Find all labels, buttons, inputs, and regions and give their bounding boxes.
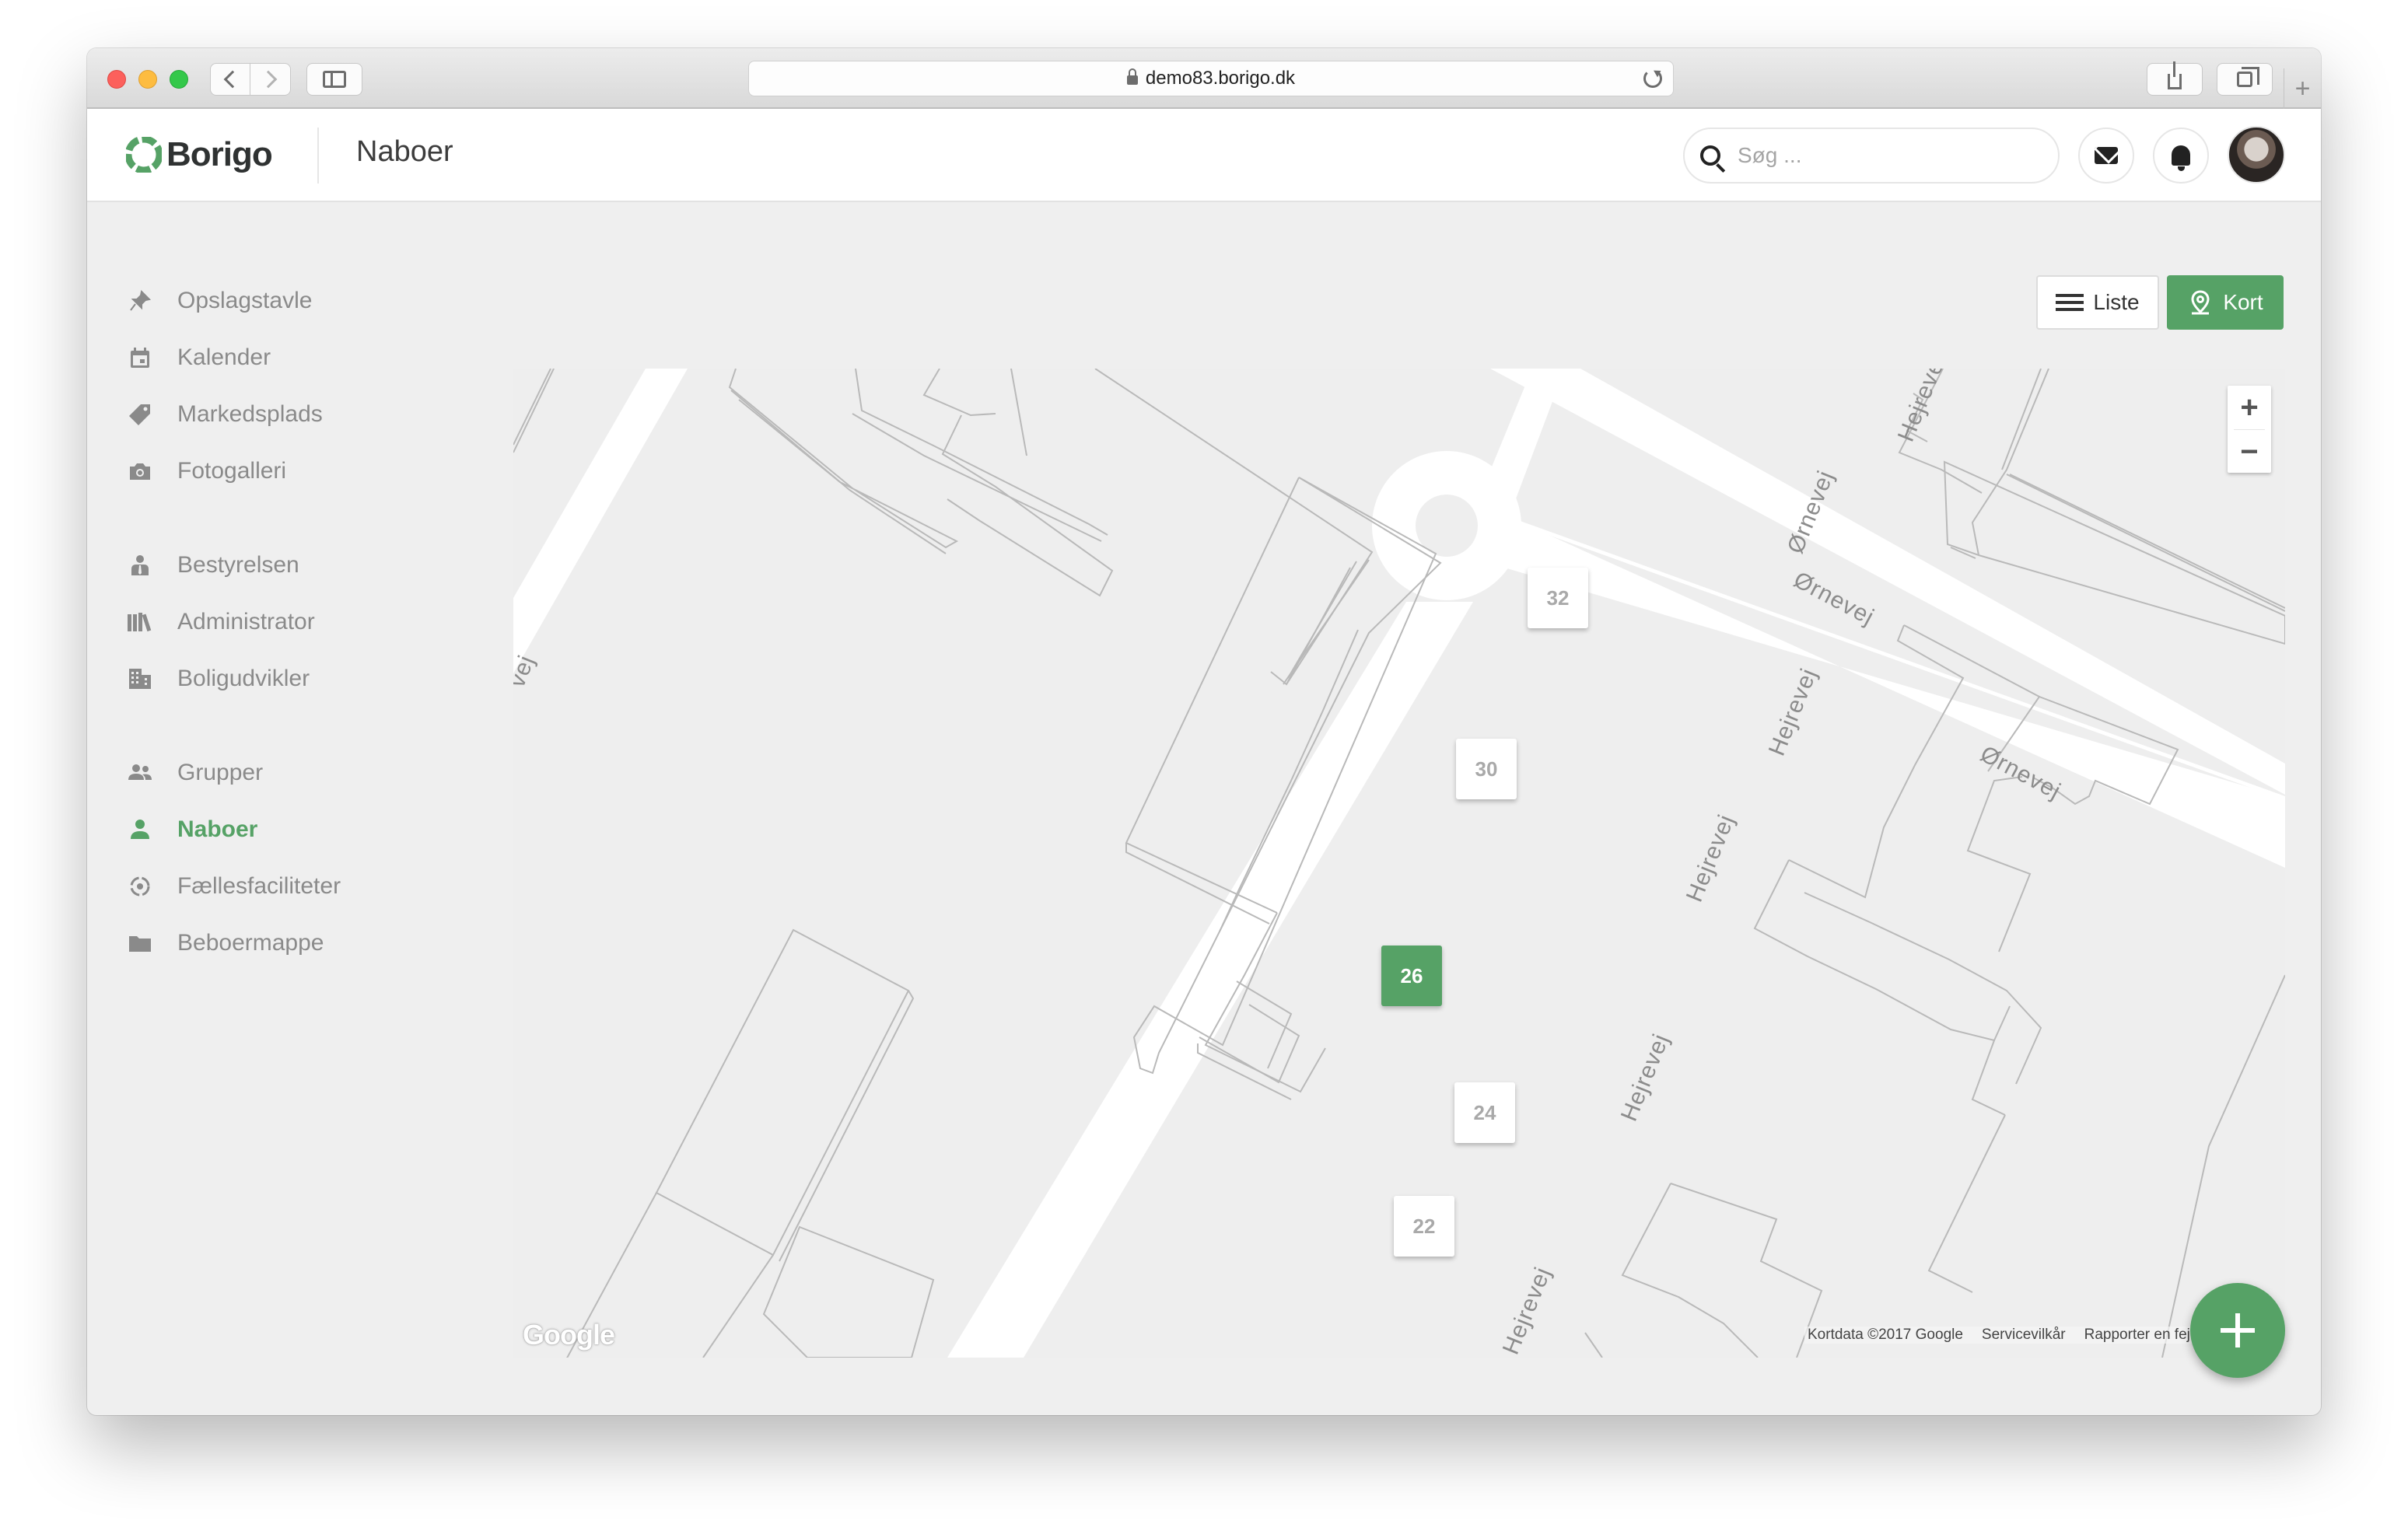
sidebar-item-label: Boligudvikler: [177, 666, 310, 691]
logo-text: Borigo: [166, 135, 273, 173]
map-view-button[interactable]: Kort: [2167, 275, 2284, 330]
share-button[interactable]: [2147, 61, 2203, 96]
app-header: Borigo Naboer: [87, 109, 2321, 202]
sidebar-item-label: Opslagstavle: [177, 288, 313, 313]
page-title: Naboer: [356, 135, 453, 168]
borigo-logo-icon: [126, 137, 162, 173]
sidebar-item-fotogalleri[interactable]: Fotogalleri: [126, 452, 286, 491]
zoom-in-button[interactable]: +: [2228, 386, 2271, 429]
search-box[interactable]: [1683, 128, 2060, 184]
avatar[interactable]: [2228, 126, 2285, 184]
person-tie-icon: [126, 551, 154, 579]
report-error-link[interactable]: Rapporter en fejl: [2084, 1327, 2193, 1344]
sidebar-item-faellesfaciliteter[interactable]: Fællesfaciliteter: [126, 867, 341, 906]
street-label-hejrevej-lower: Hejrevej: [1616, 1030, 1675, 1125]
map-view-label: Kort: [2223, 290, 2263, 314]
map-marker-32[interactable]: 32: [1528, 568, 1588, 628]
list-view-button[interactable]: Liste: [2036, 275, 2159, 330]
pin-icon: [126, 287, 154, 315]
forward-button[interactable]: [250, 63, 291, 96]
map-marker-30[interactable]: 30: [1456, 739, 1517, 799]
tabs-icon: [2237, 67, 2259, 87]
notifications-button[interactable]: [2153, 128, 2209, 184]
sidebar-item-label: Markedsplads: [177, 401, 323, 427]
person-icon: [126, 816, 154, 844]
sidebar-icon: [323, 71, 346, 88]
map-data-credit: Kortdata ©2017 Google: [1808, 1327, 1963, 1343]
chevron-left-icon: [223, 70, 242, 89]
terms-link[interactable]: Servicevilkår: [1982, 1327, 2066, 1344]
google-logo: Google: [523, 1319, 615, 1351]
chevron-right-icon: [259, 70, 277, 89]
new-tab-button[interactable]: +: [2284, 68, 2321, 109]
sidebar-item-opslagstavle[interactable]: Opslagstavle: [126, 281, 312, 320]
tag-icon: [126, 400, 154, 428]
url-text: demo83.borigo.dk: [1145, 68, 1296, 89]
sidebar-item-kalender[interactable]: Kalender: [126, 338, 271, 377]
sidebar-item-label: Bestyrelsen: [177, 552, 299, 578]
sidebar-item-label: Kalender: [177, 344, 271, 370]
sidebar-item-grupper[interactable]: Grupper: [126, 753, 263, 792]
street-label-ornevej-east: Ørnevej: [1790, 567, 1878, 631]
reload-icon[interactable]: [1643, 69, 1662, 88]
sidebar-item-markedsplads[interactable]: Markedsplads: [126, 395, 323, 434]
browser-titlebar: demo83.borigo.dk +: [87, 48, 2321, 109]
browser-window: demo83.borigo.dk + Borigo Naboer Søg ...…: [87, 48, 2321, 1415]
map-marker-22[interactable]: 22: [1394, 1196, 1454, 1257]
map-marker-26[interactable]: 26: [1381, 946, 1442, 1006]
envelope-icon: [2095, 147, 2118, 164]
search-input[interactable]: [1738, 143, 2033, 168]
sidebar-item-label: Fællesfaciliteter: [177, 873, 341, 899]
close-window-button[interactable]: [107, 70, 126, 89]
sidebar-item-naboer[interactable]: Naboer: [126, 810, 257, 849]
address-bar[interactable]: demo83.borigo.dk: [748, 61, 1674, 96]
facilities-icon: [126, 872, 154, 900]
bell-icon: [2172, 145, 2190, 171]
search-icon: [1700, 145, 1720, 166]
map-attribution: Kortdata ©2017 Google Servicevilkår Rapp…: [1804, 1327, 2197, 1344]
street-label-hejrevej-bottom: Hejrevej: [1498, 1264, 1556, 1358]
show-tabs-button[interactable]: [2217, 63, 2273, 96]
sidebar-item-label: Fotogalleri: [177, 458, 287, 484]
plus-icon: [2221, 1313, 2255, 1347]
list-icon: [2056, 294, 2084, 311]
street-label-hejrevej-upper: Hejrevej: [1764, 665, 1822, 760]
header-divider: [317, 128, 319, 184]
share-icon: [2168, 61, 2182, 89]
list-view-label: Liste: [2093, 290, 2140, 314]
back-button[interactable]: [210, 63, 250, 96]
folder-icon: [126, 929, 154, 957]
street-label-hejrevej-top: Hejrevej: [1893, 369, 1951, 446]
street-label-partial: vej: [513, 652, 540, 691]
map-canvas[interactable]: Hejrevej Ørnevej Ørnevej Ørnevej Hejreve…: [513, 369, 2285, 1358]
zoom-out-button[interactable]: −: [2228, 430, 2271, 474]
map-zoom-control: + −: [2228, 386, 2271, 473]
lock-icon: [1126, 68, 1138, 85]
sidebar-item-bestyrelsen[interactable]: Bestyrelsen: [126, 546, 299, 585]
sidebar-item-label: Beboermappe: [177, 930, 324, 956]
camera-icon: [126, 457, 154, 485]
sidebar-toggle-button[interactable]: [306, 63, 362, 96]
sidebar-item-beboermappe[interactable]: Beboermappe: [126, 924, 324, 963]
books-icon: [126, 608, 154, 636]
sidebar-item-label: Administrator: [177, 609, 315, 634]
messages-button[interactable]: [2078, 128, 2134, 184]
calendar-icon: [126, 344, 154, 372]
minimize-window-button[interactable]: [138, 70, 157, 89]
sidebar-item-boligudvikler[interactable]: Boligudvikler: [126, 659, 310, 698]
map-marker-24[interactable]: 24: [1454, 1082, 1515, 1143]
group-icon: [126, 759, 154, 787]
borigo-logo[interactable]: Borigo: [126, 135, 273, 174]
zoom-window-button[interactable]: [170, 70, 188, 89]
add-button[interactable]: [2190, 1283, 2285, 1378]
map-pin-icon: [2191, 290, 2210, 315]
building-icon: [126, 665, 154, 693]
street-label-hejrevej-mid: Hejrevej: [1682, 811, 1740, 906]
sidebar-item-label: Grupper: [177, 760, 264, 785]
sidebar-item-label: Naboer: [177, 816, 258, 842]
sidebar-item-administrator[interactable]: Administrator: [126, 603, 315, 641]
